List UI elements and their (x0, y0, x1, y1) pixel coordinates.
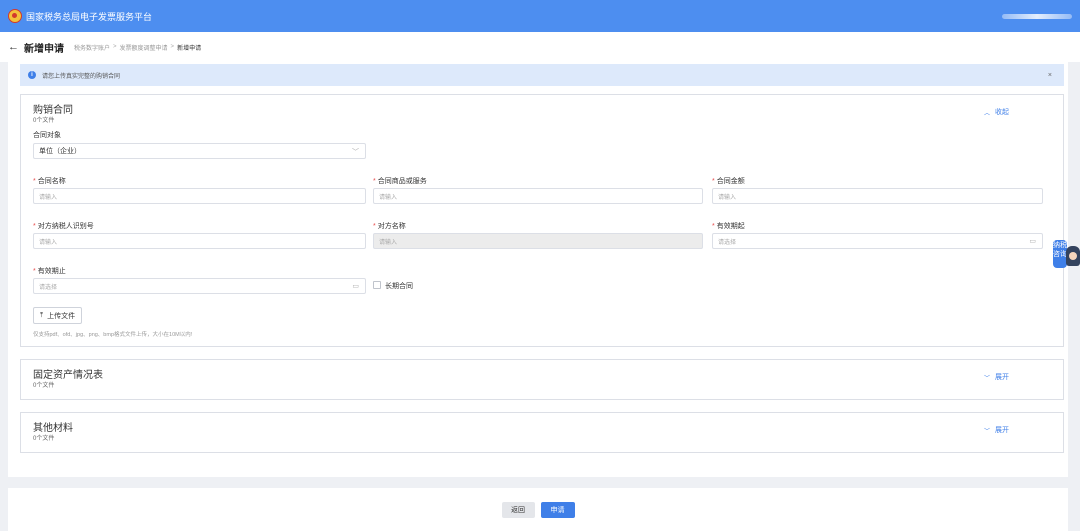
breadcrumb-separator: > (113, 44, 117, 50)
alert-text: 请您上传真实完整的购销合同 (42, 73, 121, 80)
info-icon: i (28, 71, 36, 79)
required-mark: * (373, 178, 376, 185)
close-icon[interactable]: × (1048, 72, 1052, 79)
placeholder: 请输入 (379, 239, 398, 246)
breadcrumb-bar: ← 新增申请 税务数字账户 > 发票额度调整申请 > 新增申请 (0, 32, 1080, 62)
main-content: i 请您上传真实完整的购销合同 × 购销合同 0个文件 ︿ 收起 合同对象 单位… (8, 62, 1068, 477)
calendar-icon: ▭ (352, 283, 359, 290)
counterparty-taxid-label: * 对方纳税人识别号 (33, 221, 94, 231)
upload-file-button[interactable]: ⤒ 上传文件 (33, 307, 83, 324)
expand-label: 展开 (995, 374, 1009, 381)
collapse-label: 收起 (995, 109, 1009, 116)
upload-hint: 仅支持pdf、ofd、jpg、png、bmp格式文件上传，大小在10M以内! (33, 332, 193, 338)
counterparty-taxid-input[interactable]: 请输入 (33, 233, 366, 249)
top-bar: 国家税务总局电子发票服务平台 (0, 0, 1080, 32)
contract-goods-input[interactable]: 请输入 (373, 188, 703, 204)
expand-label: 展开 (995, 427, 1009, 434)
back-button[interactable]: 返回 (501, 501, 535, 518)
breadcrumb-item-current: 新增申请 (177, 45, 202, 52)
chevron-down-icon: ﹀ (983, 428, 990, 435)
valid-to-date-picker[interactable]: 请选择 ▭ (33, 278, 366, 294)
other-materials-expand-toggle[interactable]: ﹀ 展开 (984, 425, 1009, 435)
required-mark: * (373, 223, 376, 230)
breadcrumb-item-adjust[interactable]: 发票额度调整申请 (120, 43, 168, 52)
placeholder: 请选择 (39, 284, 58, 291)
contract-amount-label: * 合同金额 (712, 176, 745, 186)
contract-file-count: 0个文件 (33, 118, 55, 124)
placeholder: 请输入 (718, 194, 737, 201)
valid-from-date-picker[interactable]: 请选择 ▭ (712, 233, 1043, 249)
tax-emblem-icon (8, 9, 22, 23)
info-alert: i 请您上传真实完整的购销合同 × (20, 64, 1064, 86)
counterparty-name-label: * 对方名称 (373, 221, 406, 231)
contract-object-label: 合同对象 (33, 132, 61, 139)
chevron-down-icon: ﹀ (983, 375, 990, 382)
required-mark: * (712, 223, 715, 230)
contract-name-label: * 合同名称 (33, 176, 66, 186)
contract-name-input[interactable]: 请输入 (33, 188, 366, 204)
contract-panel-title: 购销合同 (33, 105, 73, 116)
counterparty-name-input: 请输入 (373, 233, 703, 249)
assistant-label: 纳税咨询 (1053, 240, 1067, 268)
long-term-label: 长期合同 (385, 283, 413, 290)
fixed-assets-expand-toggle[interactable]: ﹀ 展开 (984, 372, 1009, 382)
fixed-assets-count: 0个文件 (33, 383, 55, 389)
contract-name-label-text: 合同名称 (37, 178, 66, 185)
contract-panel: 购销合同 0个文件 ︿ 收起 合同对象 单位（企业） ﹀ * 合同名称 请输入 *… (20, 94, 1064, 347)
required-mark: * (712, 178, 715, 185)
other-materials-title: 其他材料 (33, 423, 73, 434)
contract-amount-label-text: 合同金额 (716, 178, 745, 185)
contract-collapse-toggle[interactable]: ︿ 收起 (984, 107, 1009, 117)
valid-from-label-text: 有效期起 (716, 223, 745, 230)
long-term-checkbox[interactable] (373, 281, 381, 289)
user-info[interactable] (1002, 13, 1072, 19)
counterparty-taxid-label-text: 对方纳税人识别号 (37, 223, 94, 230)
submit-button[interactable]: 申请 (540, 501, 575, 518)
fixed-assets-panel[interactable]: 固定资产情况表 0个文件 ﹀ 展开 (20, 359, 1064, 400)
counterparty-name-label-text: 对方名称 (377, 223, 406, 230)
fixed-assets-title: 固定资产情况表 (33, 370, 103, 381)
other-materials-count: 0个文件 (33, 436, 55, 442)
footer-actions: 返回 申请 (8, 488, 1068, 531)
page-title: 新增申请 (24, 43, 64, 55)
arrow-left-icon[interactable]: ← (8, 41, 19, 53)
placeholder: 请输入 (379, 194, 398, 201)
contract-goods-label-text: 合同商品或服务 (377, 178, 427, 185)
required-mark: * (33, 268, 36, 275)
platform-title: 国家税务总局电子发票服务平台 (26, 11, 153, 22)
contract-object-select[interactable]: 单位（企业） ﹀ (33, 143, 366, 159)
upload-icon: ⤒ (40, 311, 44, 319)
placeholder: 请输入 (39, 239, 58, 246)
valid-to-label-text: 有效期止 (37, 268, 66, 275)
required-mark: * (33, 223, 36, 230)
contract-object-value: 单位（企业） (39, 148, 81, 155)
contract-amount-input[interactable]: 请输入 (712, 188, 1043, 204)
breadcrumb-separator: > (170, 44, 175, 50)
breadcrumb-item-account[interactable]: 税务数字账户 (74, 43, 110, 52)
valid-from-label: * 有效期起 (712, 221, 745, 231)
upload-label: 上传文件 (47, 312, 76, 320)
tax-assistant-widget[interactable]: 纳税咨询 (1053, 234, 1080, 274)
other-materials-panel[interactable]: 其他材料 0个文件 ﹀ 展开 (20, 412, 1064, 453)
chevron-up-icon: ︿ (983, 110, 990, 117)
required-mark: * (33, 178, 36, 185)
placeholder: 请输入 (39, 194, 58, 201)
assistant-avatar-icon (1066, 246, 1080, 266)
contract-goods-label: * 合同商品或服务 (373, 176, 427, 186)
valid-to-label: * 有效期止 (33, 266, 66, 276)
placeholder: 请选择 (718, 239, 737, 246)
chevron-down-icon: ﹀ (352, 149, 359, 156)
calendar-icon: ▭ (1029, 238, 1036, 245)
